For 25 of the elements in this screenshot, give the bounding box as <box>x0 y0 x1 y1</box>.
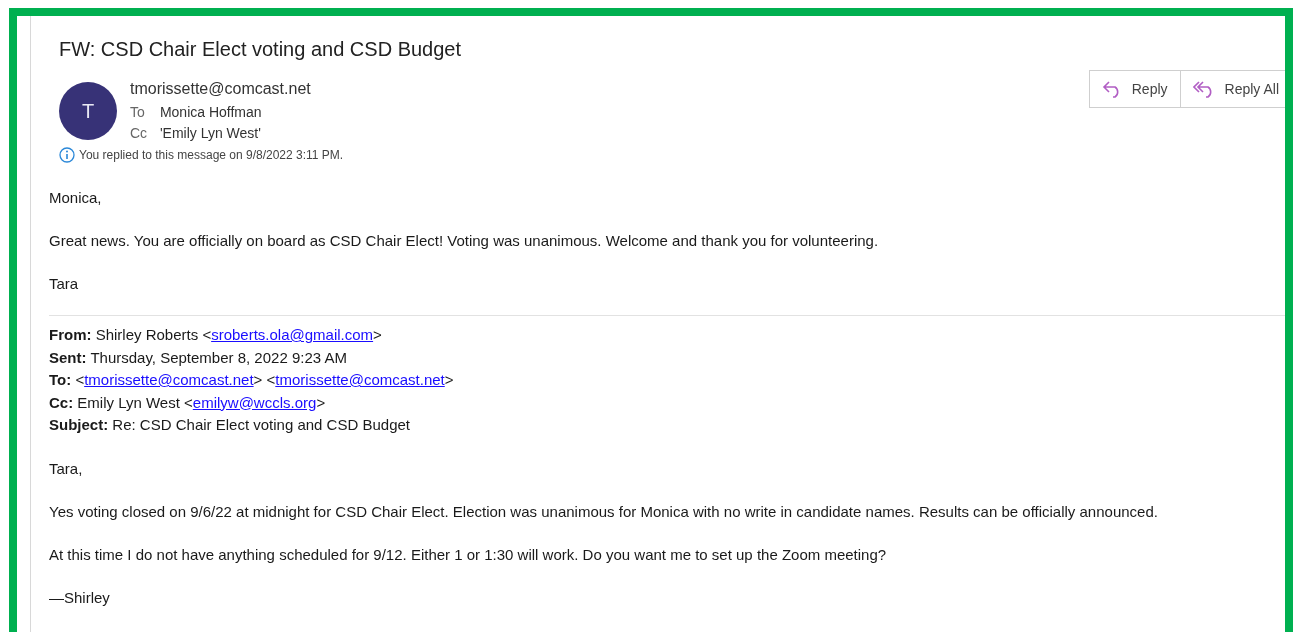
body-paragraph: Great news. You are officially on board as CSD Chair Elect! Voting was unanimous. Welcome and thank you for volunteering. <box>49 232 880 249</box>
info-icon <box>59 147 75 163</box>
forward-header-line: Sent: Thursday, September 8, 2022 9:23 AM <box>49 347 348 368</box>
sender-avatar: T <box>59 82 117 140</box>
email-link[interactable]: tmorissette@comcast.net <box>84 371 254 388</box>
body-paragraph: Tara <box>49 275 80 292</box>
email-link[interactable]: tmorissette@comcast.net <box>275 371 445 388</box>
body-paragraph: Tara, <box>49 459 84 477</box>
reply-notice: You replied to this message on 9/8/2022 3:11 PM. <box>79 148 344 162</box>
email-subject: FW: CSD Chair Elect voting and CSD Budget <box>58 37 463 62</box>
body-paragraph: Yes voting closed on 9/6/22 at midnight for CSD Chair Elect. Election was unanimous for Monica with no write in candidate names. Results can be officially announced. <box>49 502 1159 520</box>
body-paragraph: Monica, <box>49 189 103 206</box>
forward-header-line: To: <tmorissette@comcast.net> <tmorissette@comcast.net> <box>49 370 455 390</box>
forward-header-line: Cc: Emily Lyn West <emilyw@wccls.org> <box>49 392 327 413</box>
email-link[interactable]: sroberts.ola@gmail.com <box>211 326 374 343</box>
recipient-label: To <box>130 103 146 122</box>
forward-header-line: Subject: Re: CSD Chair Elect voting and CSD Budget <box>49 415 411 435</box>
body-paragraph: At this time I do not have anything scheduled for 9/12. Either 1 or 1:30 will work. Do you want me to set up the Zoom meeting? <box>49 545 888 563</box>
recipient-name: 'Emily Lyn West' <box>159 125 261 141</box>
email-link[interactable]: emilyw@wccls.org <box>192 393 317 411</box>
sender-address: tmorissette@comcast.net <box>130 80 311 99</box>
recipient-name: Monica Hoffman <box>159 104 262 120</box>
forward-header-line: From: Shirley Roberts <sroberts.ola@gmail.com> <box>49 325 383 345</box>
body-paragraph: —Shirley <box>49 588 111 606</box>
recipient-label: Cc <box>130 124 148 143</box>
